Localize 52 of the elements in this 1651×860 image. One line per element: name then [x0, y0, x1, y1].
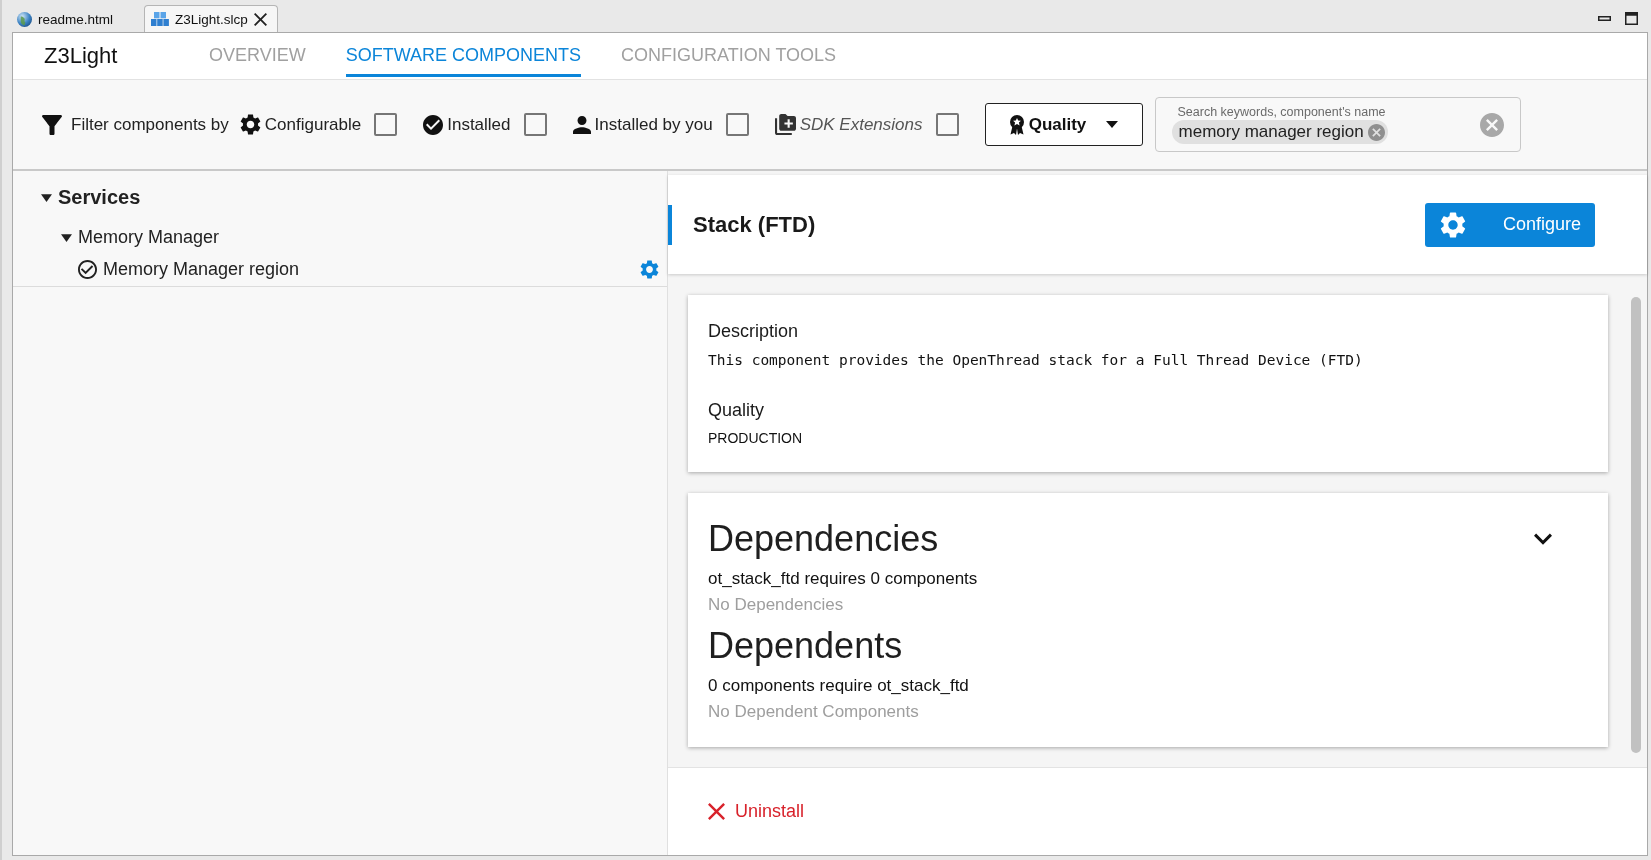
uninstall-button[interactable]: Uninstall — [708, 801, 805, 822]
editor-tab[interactable]: readme.html — [10, 5, 144, 32]
empty-note: No Dependent Components — [708, 702, 919, 722]
person-icon — [572, 115, 591, 134]
info-text: PRODUCTION — [708, 429, 803, 447]
section-heading: Dependents — [708, 625, 903, 667]
filter-option-label: Configurable — [264, 114, 362, 135]
minimize-icon[interactable] — [1598, 15, 1611, 21]
gear-icon — [239, 114, 261, 135]
folder-plus-icon — [774, 114, 796, 135]
close-icon[interactable] — [253, 12, 267, 26]
accent-bar — [668, 204, 672, 245]
checkbox[interactable] — [725, 113, 749, 136]
filter-option-label: Installed — [447, 114, 511, 135]
settings-icon — [1440, 211, 1466, 238]
maximize-icon[interactable] — [1625, 11, 1638, 25]
section-summary: 0 components require ot_stack_ftd — [708, 676, 969, 696]
project-title: Z3Light — [44, 43, 119, 69]
globe-icon — [17, 11, 32, 27]
tree-group-label[interactable]: Services — [58, 185, 141, 209]
quality-dropdown[interactable]: Quality — [984, 103, 1143, 146]
page-tab[interactable]: SOFTWARE COMPONENTS — [345, 33, 582, 77]
award-ribbon-icon — [1008, 114, 1025, 135]
section-summary: ot_stack_ftd requires 0 components — [708, 569, 978, 589]
editor-tab[interactable]: Z3Light.slcp — [144, 5, 278, 32]
checkbox[interactable] — [935, 113, 959, 136]
tree-item[interactable]: Memory Manager region — [103, 259, 300, 280]
filter-label: Filter components by — [71, 114, 229, 135]
filter-icon — [42, 114, 62, 135]
empty-note: No Dependencies — [708, 595, 844, 615]
filter-option-label: Installed by you — [594, 114, 713, 135]
caret-down-icon — [1106, 121, 1119, 128]
chip-remove-icon[interactable] — [1367, 123, 1385, 141]
search-label: Search keywords, component's name — [1177, 105, 1386, 119]
component-title: Stack (FTD) — [693, 211, 816, 238]
filter-option-label: SDK Extensions — [799, 114, 923, 135]
checkbox[interactable] — [374, 113, 398, 136]
component-blocks-icon — [151, 12, 169, 26]
search-field[interactable]: Search keywords, component's name memory manager region — [1154, 97, 1521, 152]
settings-icon[interactable] — [640, 260, 659, 279]
info-heading: Description — [708, 320, 799, 342]
caret-icon[interactable] — [41, 191, 52, 203]
configure-button[interactable]: Configure — [1425, 202, 1595, 247]
info-heading: Quality — [708, 399, 765, 421]
caret-icon[interactable] — [61, 231, 72, 243]
info-text: This component provides the OpenThread stack for a Full Thread Device (FTD) — [708, 351, 1363, 369]
clear-icon[interactable] — [1479, 112, 1504, 137]
tree-group-label[interactable]: Memory Manager — [78, 226, 220, 248]
x-mark-icon — [708, 803, 725, 820]
checkbox[interactable] — [523, 113, 547, 136]
section-heading: Dependencies — [708, 518, 939, 560]
search-chip[interactable]: memory manager region — [1171, 120, 1388, 144]
